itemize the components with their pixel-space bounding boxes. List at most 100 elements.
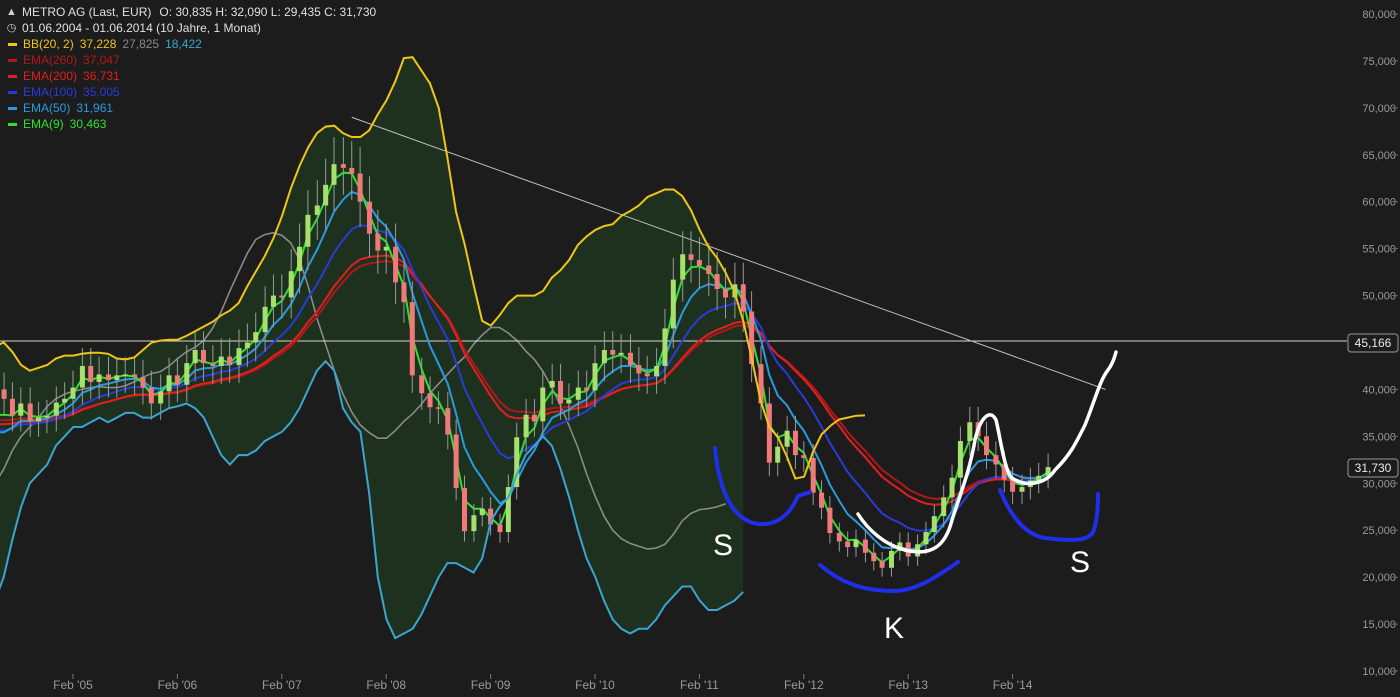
candle-body (723, 289, 728, 298)
legend-value: 18,422 (165, 37, 202, 51)
x-tick-label: Feb '05 (53, 678, 93, 692)
x-tick-label: Feb '11 (680, 678, 719, 692)
candle-body (592, 363, 598, 391)
legend-item[interactable]: EMA(260) 37,047 (4, 52, 376, 68)
legend-item[interactable]: EMA(200) 36,731 (4, 68, 376, 84)
price-marker-level: 45,166 (1347, 333, 1399, 353)
legend-item[interactable]: EMA(9) 30,463 (4, 116, 376, 132)
candle-body (923, 532, 929, 545)
candle-body (435, 407, 441, 409)
legend-label: EMA(50) (23, 101, 71, 115)
candle-body (305, 214, 311, 247)
candle-body (279, 295, 285, 298)
candle-body (680, 254, 686, 280)
candle-body (132, 374, 138, 378)
legend-item[interactable]: BB(20, 2) 37,228 27,825 18,422 (4, 36, 376, 52)
legend-swatch (8, 74, 17, 78)
legend-value: 27,825 (122, 37, 160, 51)
candle-body (654, 365, 660, 377)
candle-body (662, 328, 668, 366)
candle-body (53, 402, 59, 416)
candle-body (44, 415, 50, 418)
candle-body (192, 350, 198, 364)
candle-body (36, 417, 42, 422)
legend-value: 37,228 (79, 37, 117, 51)
annotation-right-shoulder-label: S (1070, 546, 1090, 579)
bollinger-band (0, 57, 744, 639)
legend-value: 36,731 (83, 69, 120, 83)
chart-legend: ▲ METRO AG (Last, EUR) O: 30,835 H: 32,0… (4, 4, 376, 132)
candle-body (375, 233, 381, 251)
candle-body (184, 363, 190, 385)
candle-body (941, 497, 947, 517)
candle-body (105, 374, 111, 381)
candle-body (148, 387, 154, 404)
y-tick-label: 15,000 (1362, 619, 1396, 631)
candle-body (549, 380, 555, 388)
x-tick-label: Feb '07 (262, 678, 302, 692)
x-axis: Feb '05 Feb '06 Feb '07 Feb '08 Feb '09 Feb '… (53, 674, 1033, 692)
legend-swatch (8, 122, 17, 126)
candle-body (931, 516, 937, 533)
x-tick-label: Feb '12 (784, 678, 824, 692)
legend-swatch (8, 106, 17, 110)
chart-type-icon[interactable]: ▲ (6, 4, 17, 20)
legend-value: 31,961 (76, 101, 114, 115)
candle-body (566, 399, 572, 404)
y-tick-label: 50,000 (1362, 291, 1396, 303)
candle-body (236, 348, 242, 366)
candle-body (96, 374, 102, 382)
clock-icon[interactable]: ◷ (6, 20, 17, 36)
candle-body (706, 265, 712, 274)
y-tick-label: 30,000 (1362, 478, 1396, 490)
candle-body (427, 393, 433, 408)
candle-body (18, 403, 24, 416)
candle-body (862, 539, 868, 553)
candle-body (270, 295, 276, 307)
candle-body (993, 455, 999, 465)
annotation-head-label: K (884, 612, 904, 645)
y-tick-label: 65,000 (1362, 150, 1396, 162)
candle-body (383, 246, 389, 251)
legend-item[interactable]: EMA(100) 35,005 (4, 84, 376, 100)
indicator-legend: BB(20, 2) 37,228 27,825 18,422 EMA(260) 37,04… (4, 36, 376, 132)
candle-body (784, 430, 790, 447)
candle-body (9, 398, 15, 416)
candle-body (122, 374, 128, 376)
annotation-left-shoulder-label: S (713, 529, 733, 562)
candle-body (670, 279, 676, 329)
candle-body (984, 436, 989, 456)
candle-body (288, 271, 294, 298)
candle-body (174, 375, 180, 385)
legend-item[interactable]: EMA(50) 31,961 (4, 100, 376, 116)
y-tick-label: 25,000 (1362, 525, 1396, 537)
price-marker-last: 31,730 (1347, 458, 1399, 478)
y-tick-label: 20,000 (1362, 572, 1396, 584)
candle-body (688, 254, 694, 260)
candle-body (853, 539, 859, 548)
candle-body (696, 259, 702, 266)
candle-body (879, 561, 885, 568)
candle-body (497, 524, 503, 533)
candle-body (531, 414, 537, 422)
candle-body (27, 403, 33, 422)
y-tick-label: 40,000 (1362, 384, 1396, 396)
candle-body (331, 164, 337, 185)
candle-body (253, 332, 259, 343)
x-tick-label: Feb '13 (888, 678, 928, 692)
x-tick-label: Feb '08 (366, 678, 406, 692)
candle-body (462, 487, 467, 532)
candle-body (558, 380, 564, 404)
candle-body (1, 389, 7, 399)
candle-body (62, 398, 68, 403)
candle-body (366, 201, 372, 234)
legend-label: EMA(100) (23, 85, 78, 99)
candle-body (1019, 487, 1025, 492)
candle-body (610, 350, 616, 355)
candle-body (227, 356, 233, 366)
candle-body (244, 342, 250, 349)
candle-body (957, 441, 963, 478)
candle-body (340, 164, 346, 168)
candle-body (827, 507, 833, 534)
candle-body (218, 356, 224, 366)
